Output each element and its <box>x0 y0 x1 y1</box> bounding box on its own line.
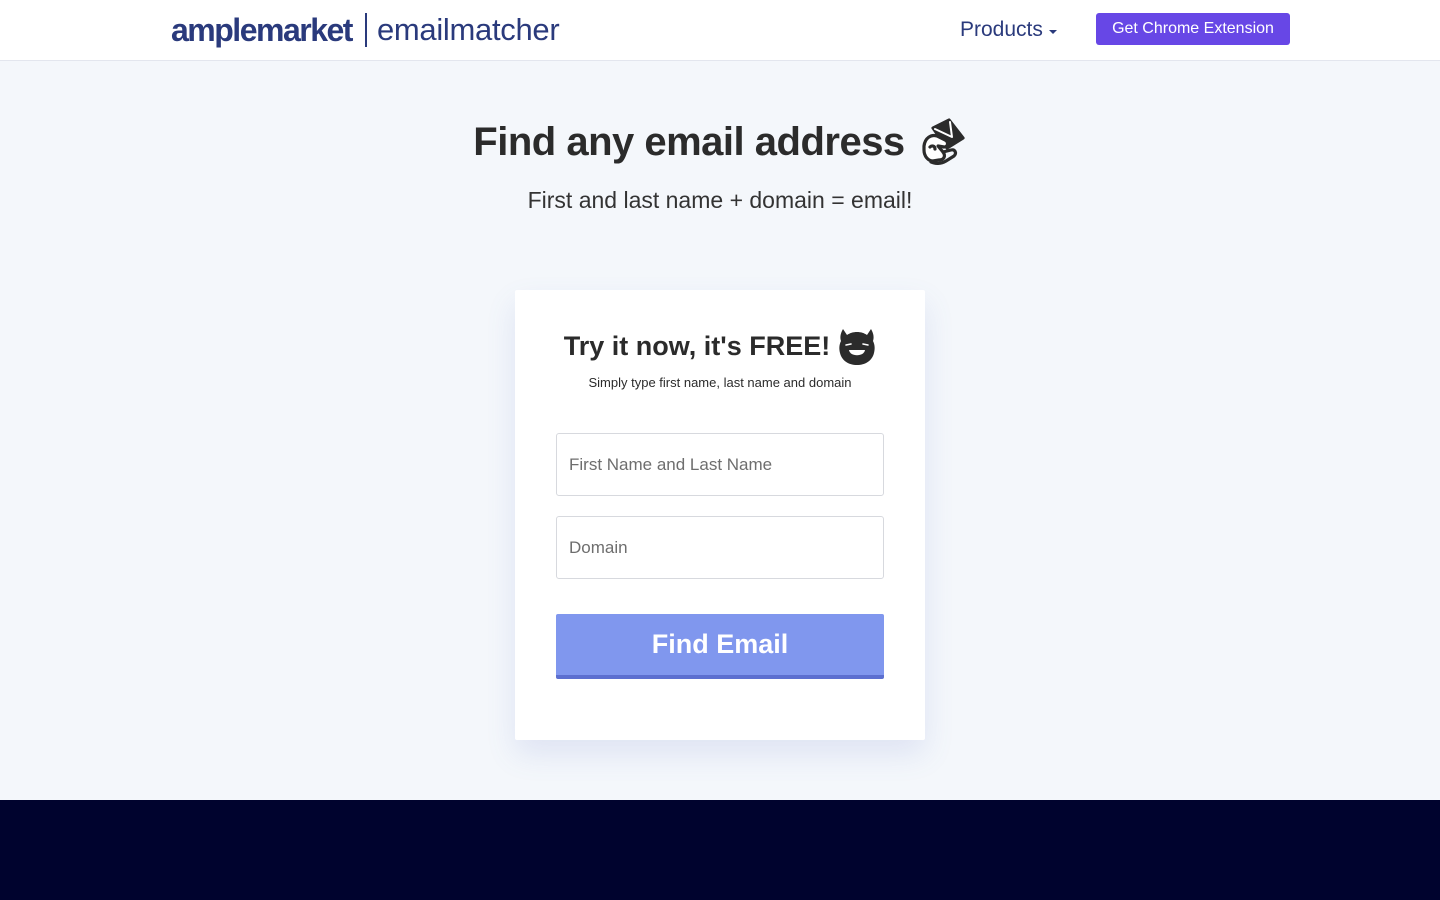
full-name-input[interactable] <box>556 433 884 496</box>
domain-input[interactable] <box>556 516 884 579</box>
brand-product-name: emailmatcher <box>376 12 560 47</box>
smiling-face-icon <box>838 326 876 366</box>
page-title: Find any email address <box>473 119 905 164</box>
mail-envelope-hand-icon <box>919 116 967 168</box>
hero-subtitle: First and last name + domain = email! <box>527 187 913 213</box>
hero-heading-row: Find any email address <box>0 116 1440 168</box>
email-finder-card: Try it now, it's FREE! Simply type first… <box>515 290 925 740</box>
products-dropdown-label: Products <box>960 18 1043 41</box>
top-navbar: amplemarket emailmatcher Products Get Ch… <box>0 0 1440 61</box>
brand-wordmark: amplemarket <box>171 11 353 48</box>
products-dropdown[interactable]: Products <box>960 16 1057 44</box>
card-title: Try it now, it's FREE! <box>563 330 831 361</box>
brand-logo-link[interactable]: amplemarket emailmatcher <box>171 10 560 50</box>
brand-divider <box>364 13 367 47</box>
caret-down-icon <box>1048 30 1057 34</box>
get-chrome-extension-button[interactable]: Get Chrome Extension <box>1096 13 1290 45</box>
card-heading-row: Try it now, it's FREE! <box>515 326 925 366</box>
page-footer <box>0 800 1440 900</box>
card-subtitle: Simply type first name, last name and do… <box>588 375 852 390</box>
find-email-button[interactable]: Find Email <box>556 614 884 679</box>
